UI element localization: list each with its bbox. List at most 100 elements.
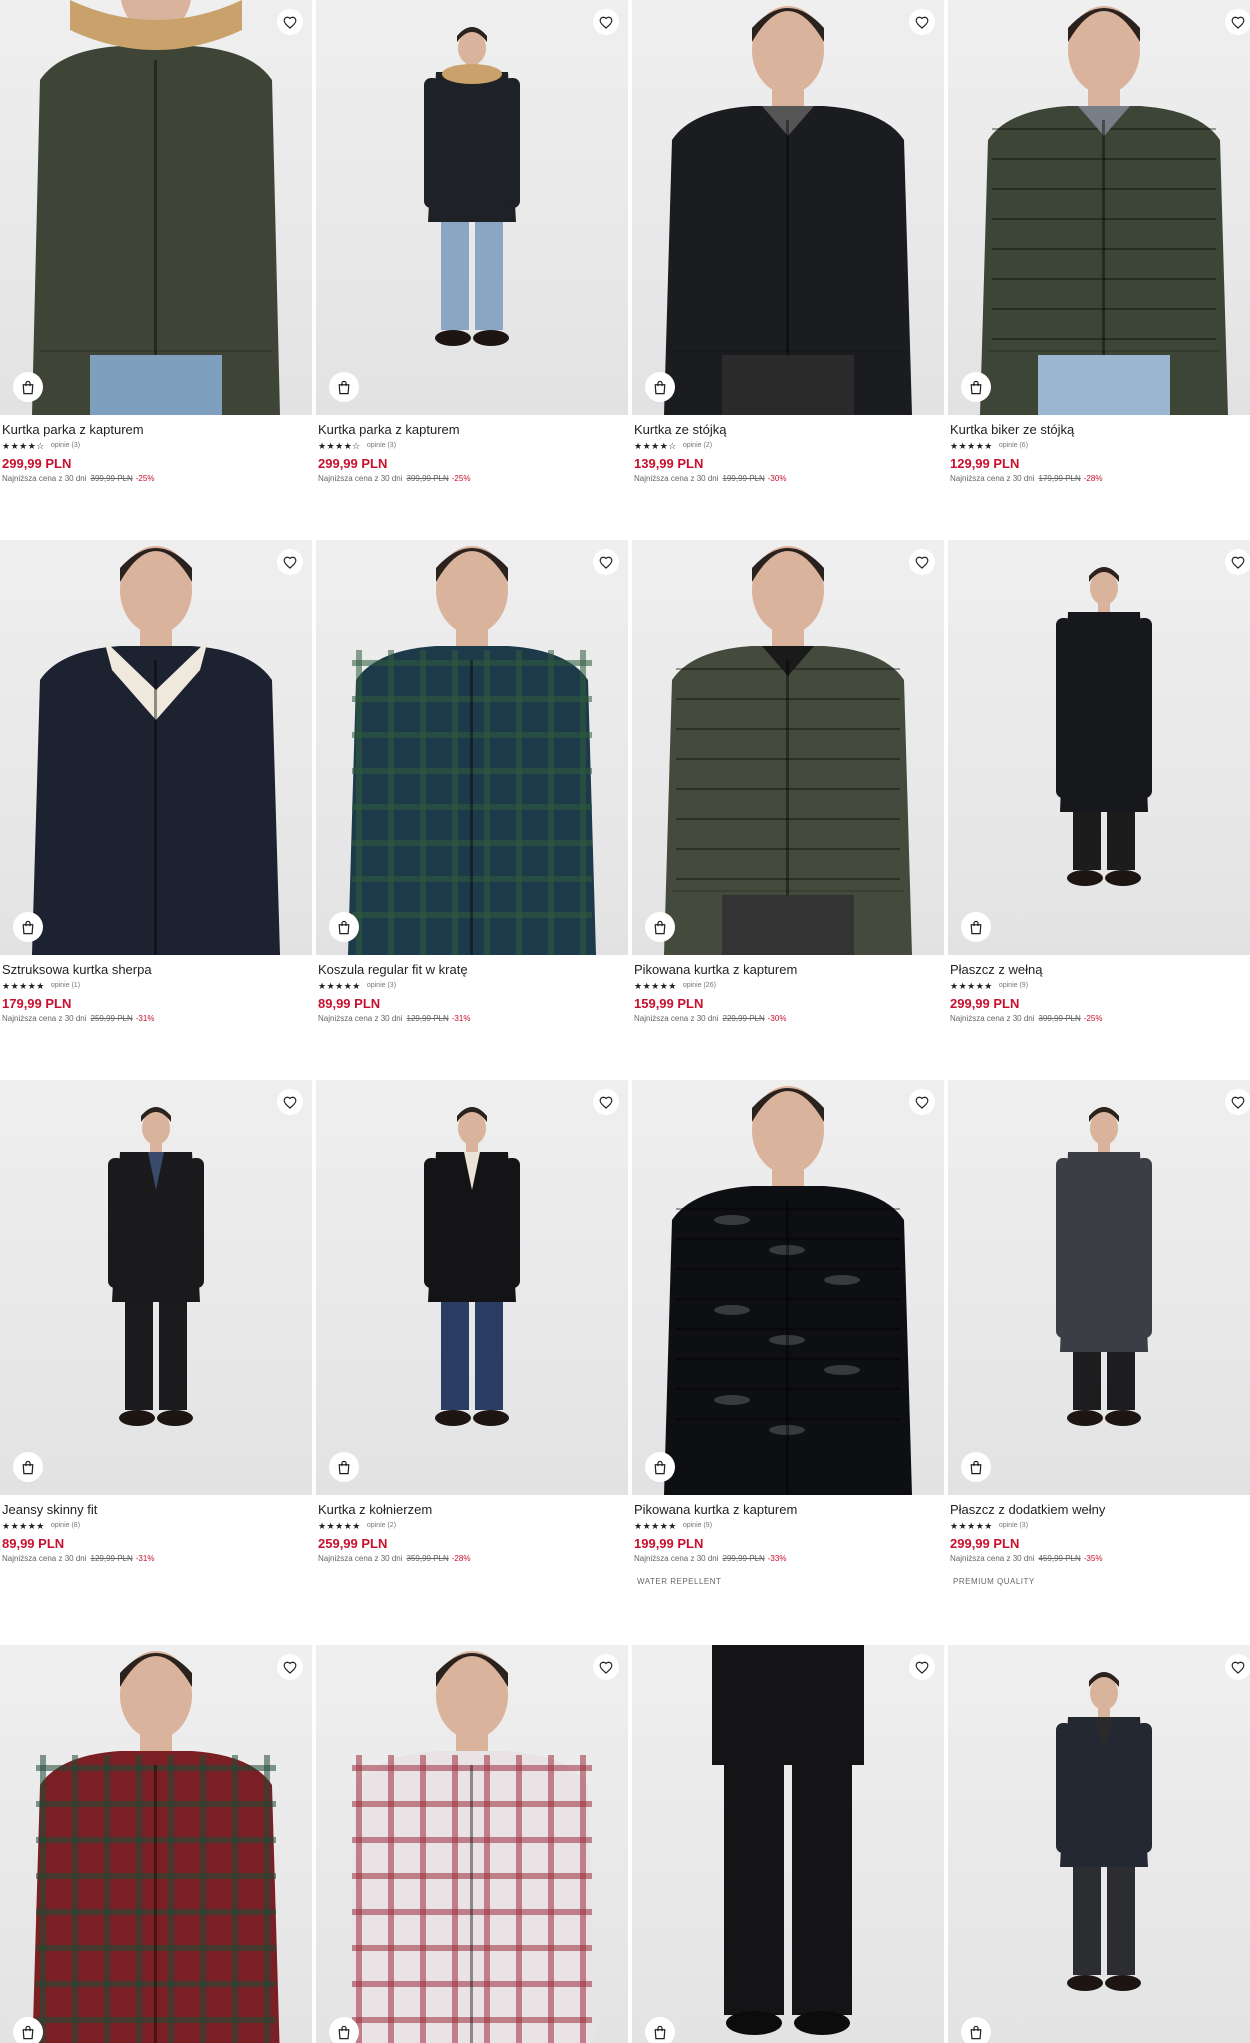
old-price: 399,99 PLN [90, 474, 133, 483]
product-card[interactable] [316, 1645, 628, 2043]
review-count[interactable]: opinie (8) [51, 1521, 80, 1531]
product-image[interactable] [632, 1080, 944, 1495]
product-image[interactable] [0, 1080, 312, 1495]
product-image[interactable] [0, 1645, 312, 2043]
product-title[interactable]: Kurtka parka z kapturem [2, 422, 310, 438]
review-count[interactable]: opinie (2) [683, 441, 712, 451]
shopping-bag-icon[interactable] [13, 1452, 43, 1482]
heart-icon[interactable] [1225, 1654, 1250, 1680]
shopping-bag-icon[interactable] [329, 1452, 359, 1482]
shopping-bag-icon[interactable] [13, 912, 43, 942]
product-image[interactable] [948, 1080, 1250, 1495]
review-count[interactable]: opinie (9) [999, 981, 1028, 991]
heart-icon[interactable] [593, 1089, 619, 1115]
heart-icon[interactable] [593, 1654, 619, 1680]
review-count[interactable]: opinie (6) [999, 441, 1028, 451]
heart-icon[interactable] [277, 9, 303, 35]
product-image[interactable] [0, 0, 312, 415]
product-title[interactable]: Kurtka z kołnierzem [318, 1502, 626, 1518]
old-price: 229,99 PLN [722, 1014, 765, 1023]
lowest-price-label: Najniższa cena z 30 dni [950, 474, 1035, 483]
product-title[interactable]: Pikowana kurtka z kapturem [634, 962, 942, 978]
product-image[interactable] [948, 540, 1250, 955]
shopping-bag-icon[interactable] [645, 912, 675, 942]
heart-icon[interactable] [277, 549, 303, 575]
product-title[interactable]: Płaszcz z wełną [950, 962, 1250, 978]
product-card[interactable]: Kurtka parka z kapturem ★★★★☆ opinie (3)… [0, 0, 312, 484]
product-title[interactable]: Jeansy skinny fit [2, 1502, 310, 1518]
product-photo [348, 1651, 596, 2043]
review-count[interactable]: opinie (3) [367, 441, 396, 451]
shopping-bag-icon[interactable] [329, 2017, 359, 2043]
review-count[interactable]: opinie (3) [51, 441, 80, 451]
product-image[interactable] [948, 0, 1250, 415]
product-image[interactable] [316, 540, 628, 955]
product-card[interactable] [632, 1645, 944, 2043]
shopping-bag-icon[interactable] [329, 372, 359, 402]
product-card[interactable]: Jeansy skinny fit ★★★★★ opinie (8) 89,99… [0, 1080, 312, 1564]
rating-stars: ★★★★★ [950, 981, 993, 991]
shopping-bag-icon[interactable] [961, 1452, 991, 1482]
product-image[interactable] [948, 1645, 1250, 2043]
shopping-bag-icon[interactable] [961, 2017, 991, 2043]
shopping-bag-icon[interactable] [645, 1452, 675, 1482]
heart-icon[interactable] [909, 1654, 935, 1680]
product-title[interactable]: Kurtka parka z kapturem [318, 422, 626, 438]
review-count[interactable]: opinie (9) [683, 1521, 712, 1531]
heart-icon[interactable] [277, 1654, 303, 1680]
heart-icon[interactable] [1225, 1089, 1250, 1115]
product-card[interactable]: Pikowana kurtka z kapturem ★★★★★ opinie … [632, 540, 944, 1024]
product-card[interactable]: Pikowana kurtka z kapturem ★★★★★ opinie … [632, 1080, 944, 1586]
heart-icon[interactable] [1225, 549, 1250, 575]
heart-icon[interactable] [593, 9, 619, 35]
product-image[interactable] [316, 1645, 628, 2043]
lowest-price-info: Najniższa cena z 30 dni 299,99 PLN -33% [634, 1554, 942, 1564]
product-card[interactable]: Kurtka z kołnierzem ★★★★★ opinie (2) 259… [316, 1080, 628, 1564]
product-card[interactable]: Koszula regular fit w kratę ★★★★★ opinie… [316, 540, 628, 1024]
product-title[interactable]: Płaszcz z dodatkiem wełny [950, 1502, 1250, 1518]
product-price: 179,99 PLN [2, 996, 72, 1011]
product-image[interactable] [0, 540, 312, 955]
heart-icon[interactable] [909, 9, 935, 35]
product-image[interactable] [316, 1080, 628, 1495]
product-title[interactable]: Koszula regular fit w kratę [318, 962, 626, 978]
product-title[interactable]: Sztruksowa kurtka sherpa [2, 962, 310, 978]
product-title[interactable]: Kurtka biker ze stójką [950, 422, 1250, 438]
product-rating: ★★★★★ opinie (2) [318, 1521, 626, 1531]
review-count[interactable]: opinie (3) [999, 1521, 1028, 1531]
shopping-bag-icon[interactable] [645, 2017, 675, 2043]
shopping-bag-icon[interactable] [329, 912, 359, 942]
product-rating: ★★★★★ opinie (26) [634, 981, 942, 991]
heart-icon[interactable] [593, 549, 619, 575]
review-count[interactable]: opinie (1) [51, 981, 80, 991]
product-image[interactable] [316, 0, 628, 415]
product-image[interactable] [632, 0, 944, 415]
heart-icon[interactable] [1225, 9, 1250, 35]
product-title[interactable]: Pikowana kurtka z kapturem [634, 1502, 942, 1518]
product-image[interactable] [632, 1645, 944, 2043]
product-title[interactable]: Kurtka ze stójką [634, 422, 942, 438]
product-card[interactable]: Płaszcz z dodatkiem wełny ★★★★★ opinie (… [948, 1080, 1250, 1586]
product-card[interactable]: Kurtka parka z kapturem ★★★★☆ opinie (3)… [316, 0, 628, 484]
product-card[interactable]: Kurtka ze stójką ★★★★☆ opinie (2) 139,99… [632, 0, 944, 484]
shopping-bag-icon[interactable] [961, 912, 991, 942]
product-card[interactable] [0, 1645, 312, 2043]
shopping-bag-icon[interactable] [961, 372, 991, 402]
review-count[interactable]: opinie (26) [683, 981, 716, 991]
product-image[interactable] [632, 540, 944, 955]
review-count[interactable]: opinie (2) [367, 1521, 396, 1531]
product-card[interactable]: Kurtka biker ze stójką ★★★★★ opinie (6) … [948, 0, 1250, 484]
heart-icon[interactable] [909, 549, 935, 575]
heart-icon[interactable] [277, 1089, 303, 1115]
heart-icon[interactable] [909, 1089, 935, 1115]
shopping-bag-icon[interactable] [13, 372, 43, 402]
product-card[interactable]: Płaszcz z wełną ★★★★★ opinie (9) 299,99 … [948, 540, 1250, 1024]
product-card[interactable] [948, 1645, 1250, 2043]
discount-badge: -31% [135, 1554, 155, 1563]
shopping-bag-icon[interactable] [645, 372, 675, 402]
product-photo [424, 27, 520, 346]
shopping-bag-icon[interactable] [13, 2017, 43, 2043]
review-count[interactable]: opinie (3) [367, 981, 396, 991]
product-info: Koszula regular fit w kratę ★★★★★ opinie… [316, 955, 628, 1024]
product-card[interactable]: Sztruksowa kurtka sherpa ★★★★★ opinie (1… [0, 540, 312, 1024]
